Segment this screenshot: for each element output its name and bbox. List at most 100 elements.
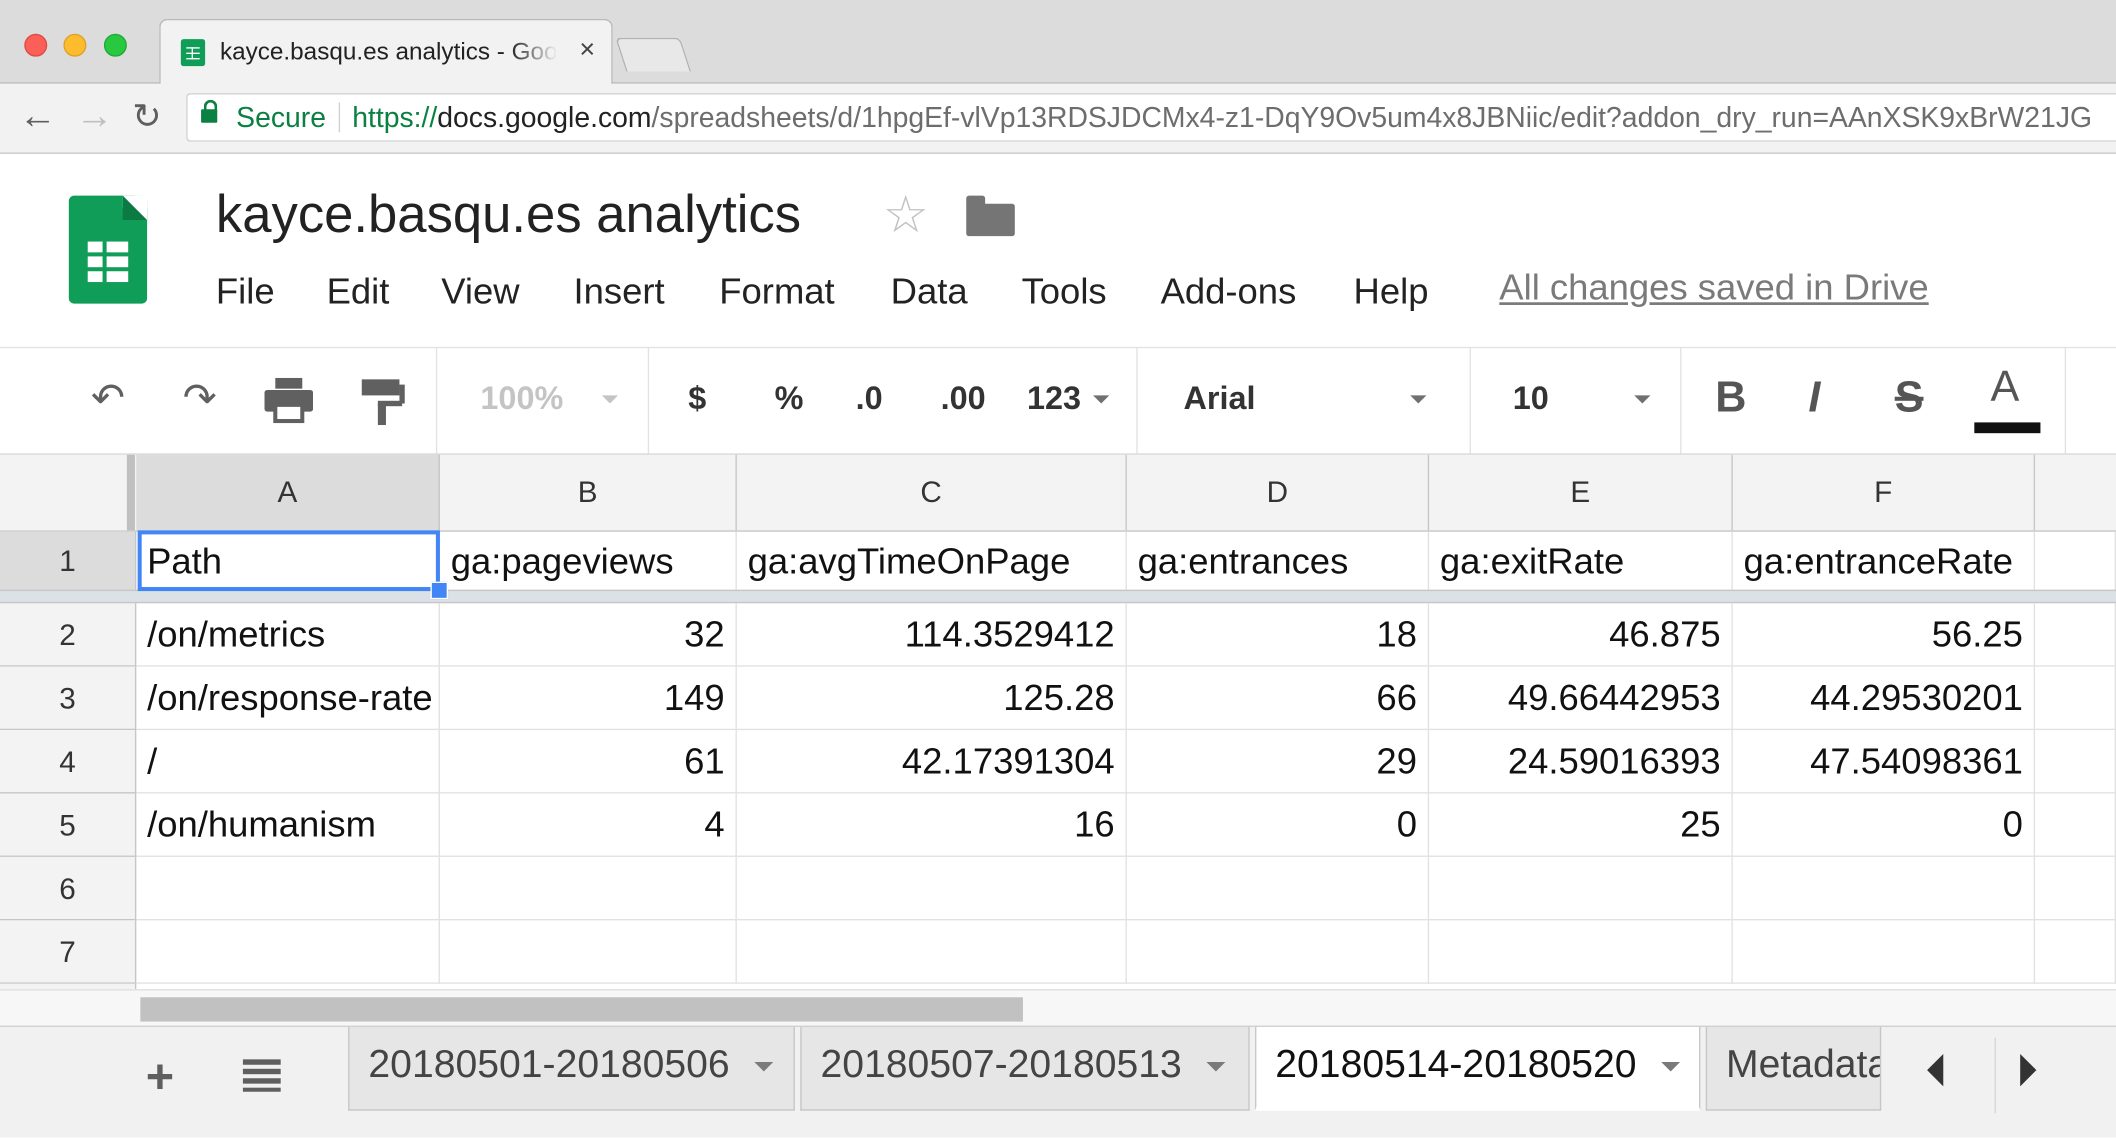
- save-status-link[interactable]: All changes saved in Drive: [1499, 267, 1928, 309]
- table-cell[interactable]: 24.59016393: [1429, 730, 1733, 794]
- scrollbar-thumb[interactable]: [140, 997, 1023, 1022]
- row-header-5[interactable]: 5: [0, 793, 137, 857]
- empty-cell[interactable]: [2035, 603, 2116, 667]
- header-cell[interactable]: ga:exitRate: [1429, 531, 1733, 592]
- table-cell[interactable]: 16: [736, 793, 1127, 857]
- empty-cell[interactable]: [736, 920, 1127, 984]
- back-arrow-icon[interactable]: ←: [19, 94, 57, 137]
- maximize-window-button[interactable]: [103, 33, 127, 57]
- header-cell[interactable]: ga:entranceRate: [1732, 531, 2036, 592]
- column-header-b[interactable]: B: [440, 454, 737, 531]
- menu-help[interactable]: Help: [1354, 271, 1429, 313]
- column-header-a[interactable]: A: [136, 454, 440, 531]
- row-header-2[interactable]: 2: [0, 603, 137, 667]
- sheet-tab-caret-icon[interactable]: [1661, 1062, 1681, 1072]
- menu-format[interactable]: Format: [719, 271, 834, 313]
- strikethrough-button[interactable]: S: [1895, 375, 1924, 418]
- menu-addons[interactable]: Add-ons: [1161, 271, 1297, 313]
- reload-icon[interactable]: ↻: [132, 94, 161, 137]
- sheet-tab-caret-icon[interactable]: [754, 1062, 774, 1072]
- folder-icon[interactable]: [966, 195, 1015, 237]
- row-header-6[interactable]: 6: [0, 856, 137, 921]
- sheet-tab-active[interactable]: 20180514-20180520: [1255, 1026, 1701, 1111]
- sheet-tab[interactable]: 20180501-20180506: [348, 1026, 795, 1111]
- star-icon[interactable]: ☆: [883, 186, 929, 245]
- sheet-tab[interactable]: Metadata: [1705, 1026, 1882, 1111]
- more-formats-button[interactable]: 123: [1027, 378, 1081, 421]
- font-family-select[interactable]: Arial: [1184, 378, 1256, 421]
- sheet-tab-caret-icon[interactable]: [1206, 1062, 1226, 1072]
- column-header-f[interactable]: F: [1733, 454, 2036, 531]
- text-color-button[interactable]: A: [1991, 364, 2020, 407]
- address-bar[interactable]: Secure https://docs.google.com/spreadshe…: [186, 93, 2116, 142]
- menu-edit[interactable]: Edit: [327, 271, 390, 313]
- paint-format-icon[interactable]: [361, 379, 405, 426]
- table-cell[interactable]: /on/humanism: [136, 793, 440, 857]
- menu-file[interactable]: File: [216, 271, 275, 313]
- empty-cell[interactable]: [2035, 920, 2116, 984]
- frozen-row-divider[interactable]: [0, 589, 2116, 604]
- empty-cell[interactable]: [1126, 920, 1430, 984]
- increase-decimals-button[interactable]: .00: [941, 378, 986, 421]
- italic-button[interactable]: I: [1808, 375, 1820, 418]
- empty-cell[interactable]: [2035, 666, 2116, 731]
- table-cell[interactable]: 66: [1126, 666, 1430, 731]
- scroll-tabs-right-icon[interactable]: [2020, 1053, 2037, 1087]
- empty-cell[interactable]: [2035, 531, 2116, 592]
- table-cell[interactable]: 114.3529412: [736, 603, 1127, 667]
- table-cell[interactable]: 149: [439, 666, 737, 731]
- print-icon[interactable]: [264, 377, 314, 424]
- empty-cell[interactable]: [2035, 793, 2116, 857]
- table-cell[interactable]: 0: [1126, 793, 1430, 857]
- table-cell[interactable]: 44.29530201: [1732, 666, 2036, 731]
- browser-tab-active[interactable]: kayce.basqu.es analytics - Google Sheets…: [159, 18, 613, 86]
- table-cell[interactable]: 4: [439, 793, 737, 857]
- row-header-4[interactable]: 4: [0, 730, 137, 794]
- table-cell[interactable]: 18: [1126, 603, 1430, 667]
- table-cell[interactable]: 0: [1732, 793, 2036, 857]
- row-header-1[interactable]: 1: [0, 531, 137, 592]
- sheet-tab[interactable]: 20180507-20180513: [800, 1026, 1250, 1111]
- undo-icon[interactable]: ↶: [78, 372, 137, 426]
- header-cell[interactable]: ga:pageviews: [439, 531, 737, 592]
- percent-button[interactable]: %: [775, 378, 804, 421]
- empty-cell[interactable]: [136, 856, 440, 921]
- zoom-select[interactable]: 100%: [480, 378, 563, 421]
- table-cell[interactable]: 49.66442953: [1429, 666, 1733, 731]
- header-cell[interactable]: ga:entrances: [1126, 531, 1430, 592]
- column-header-d[interactable]: D: [1127, 454, 1430, 531]
- table-cell[interactable]: 61: [439, 730, 737, 794]
- table-cell[interactable]: 32: [439, 603, 737, 667]
- select-all-corner[interactable]: [0, 454, 135, 531]
- column-header-c[interactable]: C: [737, 454, 1127, 531]
- table-cell[interactable]: 25: [1429, 793, 1733, 857]
- empty-cell[interactable]: [2035, 856, 2116, 921]
- empty-cell[interactable]: [1732, 920, 2036, 984]
- decrease-decimals-button[interactable]: .0: [856, 378, 883, 421]
- scroll-tabs-left-icon[interactable]: [1927, 1053, 1944, 1087]
- add-sheet-button[interactable]: +: [146, 1049, 174, 1106]
- document-title[interactable]: kayce.basqu.es analytics: [216, 186, 801, 245]
- menu-view[interactable]: View: [441, 271, 519, 313]
- empty-cell[interactable]: [736, 856, 1127, 921]
- empty-cell[interactable]: [136, 920, 440, 984]
- minimize-window-button[interactable]: [63, 33, 87, 57]
- header-cell[interactable]: ga:avgTimeOnPage: [736, 531, 1127, 592]
- bold-button[interactable]: B: [1715, 375, 1746, 418]
- row-header-3[interactable]: 3: [0, 666, 137, 731]
- currency-button[interactable]: $: [688, 378, 706, 421]
- tab-close-icon[interactable]: ×: [579, 35, 595, 66]
- column-header-g[interactable]: [2035, 455, 2116, 531]
- column-header-e[interactable]: E: [1429, 454, 1733, 531]
- close-window-button[interactable]: [24, 33, 48, 57]
- table-cell[interactable]: 29: [1126, 730, 1430, 794]
- new-tab-button[interactable]: [615, 37, 692, 72]
- table-cell[interactable]: 47.54098361: [1732, 730, 2036, 794]
- table-cell[interactable]: /on/metrics: [136, 603, 440, 667]
- table-cell[interactable]: 42.17391304: [736, 730, 1127, 794]
- redo-icon[interactable]: ↷: [170, 372, 229, 426]
- menu-insert[interactable]: Insert: [574, 271, 665, 313]
- menu-tools[interactable]: Tools: [1022, 271, 1107, 313]
- forward-arrow-icon[interactable]: →: [76, 94, 114, 137]
- url-text[interactable]: https://docs.google.com/spreadsheets/d/1…: [352, 103, 2092, 135]
